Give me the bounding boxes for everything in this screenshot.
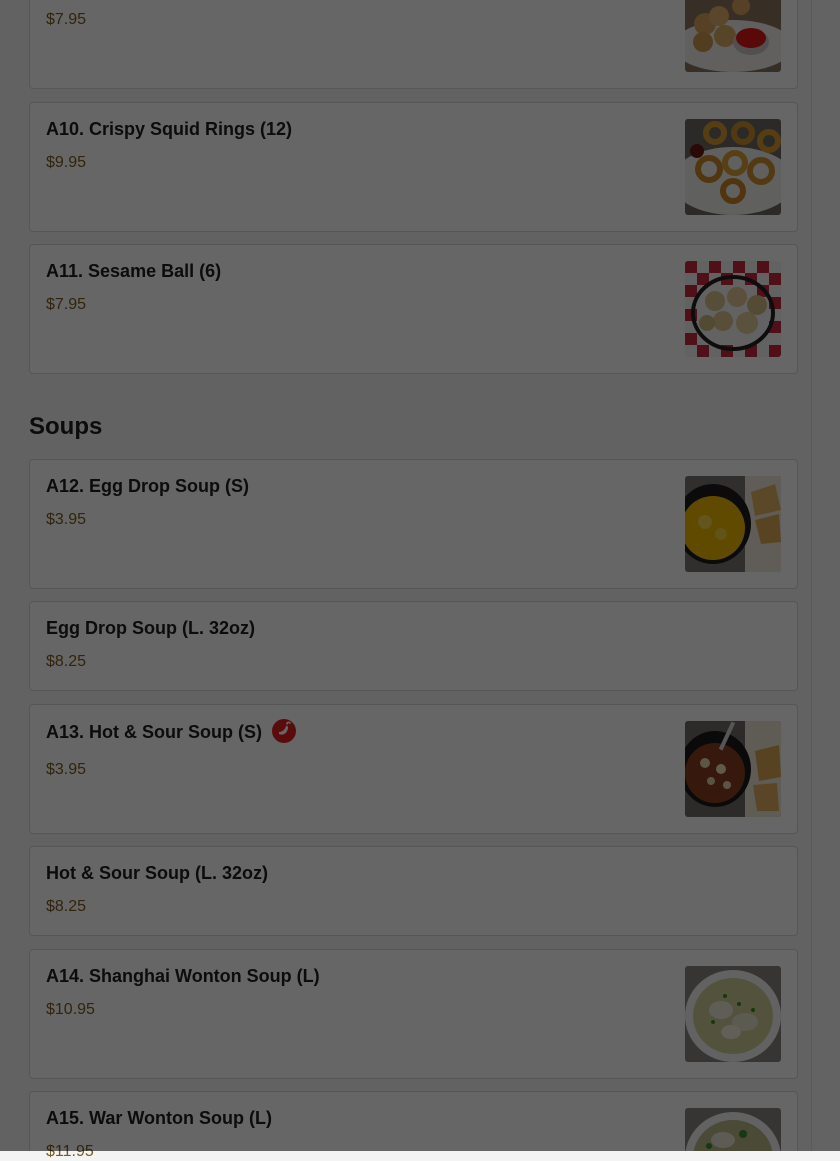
menu-item-price: $7.95	[46, 11, 87, 28]
menu-item-name: Egg Drop Soup (L. 32oz)	[46, 618, 255, 638]
wonton-soup-photo	[685, 966, 781, 1062]
menu-item-card[interactable]: A11. Sesame Ball (6) $7.95	[29, 244, 798, 374]
menu-item-price: $3.95	[46, 511, 87, 528]
menu-item-price: $8.25	[46, 898, 87, 915]
menu-item-name: A14. Shanghai Wonton Soup (L)	[46, 966, 320, 986]
menu-item-name: A15. War Wonton Soup (L)	[46, 1108, 272, 1128]
menu-item-name: Hot & Sour Soup (L. 32oz)	[46, 863, 268, 883]
menu-item-name: A12. Egg Drop Soup (S)	[46, 476, 250, 496]
menu-item-card[interactable]: A14. Shanghai Wonton Soup (L) $10.95	[29, 949, 798, 1079]
menu-item-card[interactable]: A15. War Wonton Soup (L) $11.95	[29, 1091, 798, 1160]
menu-item-price: $10.95	[46, 1001, 95, 1018]
fried-shrimp-photo	[685, 0, 781, 72]
menu-item-card[interactable]: $7.95	[29, 0, 798, 89]
hot-sour-soup-photo	[685, 721, 781, 817]
sesame-ball-photo	[685, 261, 781, 357]
spicy-pepper-icon	[272, 719, 296, 743]
menu-item-name: A10. Crispy Squid Rings (12)	[46, 119, 293, 139]
war-wonton-soup-photo	[685, 1108, 781, 1151]
squid-rings-photo	[685, 119, 781, 215]
menu-item-name: A13. Hot & Sour Soup (S)	[46, 719, 296, 745]
menu-item-card[interactable]: Egg Drop Soup (L. 32oz) $8.25	[29, 601, 798, 691]
menu-item-price: $11.95	[46, 1143, 94, 1160]
menu-item-price: $9.95	[46, 154, 87, 171]
menu-item-card[interactable]: A10. Crispy Squid Rings (12) $9.95	[29, 102, 798, 232]
menu-item-card[interactable]: A12. Egg Drop Soup (S) $3.95	[29, 459, 798, 589]
menu-item-name-text: A13. Hot & Sour Soup (S)	[46, 721, 262, 742]
menu-item-price: $7.95	[46, 296, 87, 313]
menu-page: $7.95 A10. Crispy Squid Rings (12) $9.95	[0, 0, 840, 1160]
menu-item-card[interactable]: A13. Hot & Sour Soup (S) $3.95	[29, 704, 798, 834]
egg-drop-soup-photo	[685, 476, 781, 572]
menu-item-card[interactable]: Hot & Sour Soup (L. 32oz) $8.25	[29, 846, 798, 936]
menu-item-name: A11. Sesame Ball (6)	[46, 261, 222, 281]
scrollbar[interactable]	[811, 0, 840, 1151]
menu-item-price: $3.95	[46, 761, 87, 778]
section-title: Soups	[29, 413, 103, 440]
menu-item-price: $8.25	[46, 653, 87, 670]
